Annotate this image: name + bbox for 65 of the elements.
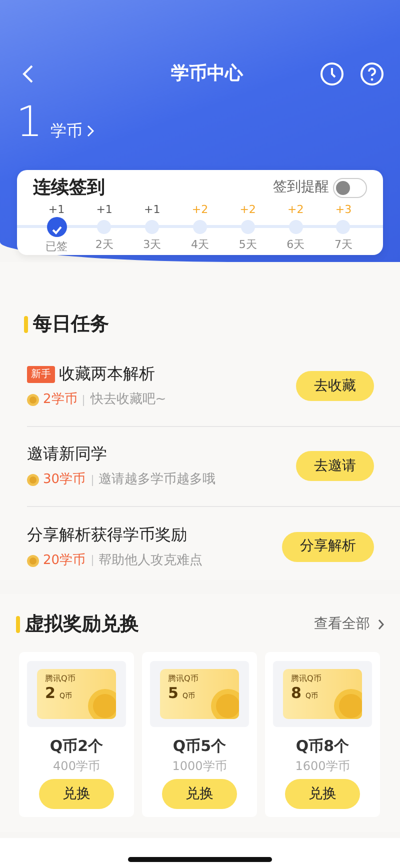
title-bar	[16, 616, 20, 633]
checkin-title: 连续签到	[33, 176, 105, 200]
card-amount: 8	[291, 684, 302, 701]
day-label: 2天	[94, 237, 114, 253]
exchange-button[interactable]: 兑换	[39, 779, 114, 809]
task-title: 分享解析获得学币奖励	[27, 524, 187, 546]
reward-name: Q币2个	[48, 736, 104, 756]
bonus-text: +1	[143, 203, 162, 217]
coin-icon	[27, 394, 39, 406]
day-label: 5天	[238, 237, 258, 253]
coin-icon	[27, 554, 39, 566]
task-note: 帮助他人攻克难点	[98, 552, 203, 570]
reward-price: 400学币	[52, 758, 101, 775]
clock-icon[interactable]	[320, 61, 344, 86]
bonus-text: +1	[95, 203, 114, 217]
day-label: 6天	[286, 237, 306, 253]
day-label: 3天	[142, 237, 162, 253]
card-brand: 腾讯Q币	[291, 672, 322, 684]
separator	[83, 394, 84, 406]
balance-link[interactable]: 学币	[50, 119, 94, 143]
separator	[92, 474, 93, 486]
section-title: 虚拟奖励兑换	[25, 612, 139, 637]
reward-amount: 20学币	[43, 552, 86, 570]
balance-value: 1	[16, 101, 43, 143]
task-note: 快去收藏吧~	[90, 391, 166, 410]
bonus-text: +2	[190, 203, 210, 217]
day-label: 4天	[190, 237, 210, 253]
coin-icon	[211, 688, 239, 718]
new-tag: 新手	[27, 366, 55, 383]
task-button[interactable]: 去收藏	[296, 371, 374, 401]
card-brand: 腾讯Q币	[168, 672, 200, 684]
exchange-button[interactable]: 兑换	[162, 779, 237, 809]
coin-icon	[334, 688, 362, 718]
exchange-button[interactable]: 兑换	[285, 779, 360, 809]
reward-name: Q币8个	[294, 736, 350, 756]
view-all-link[interactable]: 查看全部	[314, 614, 384, 635]
bonus-text: +2	[238, 203, 257, 217]
card-brand: 腾讯Q币	[45, 672, 76, 684]
coin-icon	[27, 474, 39, 486]
day-label: 7天	[333, 237, 354, 253]
section-title: 每日任务	[33, 312, 109, 337]
bonus-text: +2	[286, 203, 305, 217]
reminder-toggle[interactable]	[333, 178, 367, 198]
reward-price: 1600学币	[294, 758, 351, 775]
card-amount: 2	[45, 684, 56, 701]
task-note: 邀请越多学币越多哦	[98, 471, 216, 490]
page-title: 学币中心	[171, 62, 243, 86]
chevron-right-icon[interactable]	[378, 618, 384, 630]
reward-price: 1000学币	[171, 758, 228, 775]
reward-amount: 2学币	[43, 391, 78, 410]
reminder-label: 签到提醒	[273, 178, 329, 197]
task-title: 邀请新同学	[27, 443, 107, 466]
task-button[interactable]: 去邀请	[296, 451, 374, 481]
separator	[92, 555, 93, 566]
reward-amount: 30学币	[43, 471, 86, 490]
day-label: 已签	[44, 239, 68, 255]
reward-name: Q币5个	[172, 736, 228, 756]
title-bar	[24, 316, 28, 333]
coin-icon	[88, 688, 116, 718]
task-button[interactable]: 分享解析	[282, 532, 374, 562]
bonus-text: +3	[334, 203, 353, 217]
card-amount: 5	[168, 684, 178, 701]
help-icon[interactable]	[360, 61, 384, 86]
task-title: 收藏两本解析	[59, 363, 155, 386]
bonus-text: +1	[47, 203, 66, 217]
